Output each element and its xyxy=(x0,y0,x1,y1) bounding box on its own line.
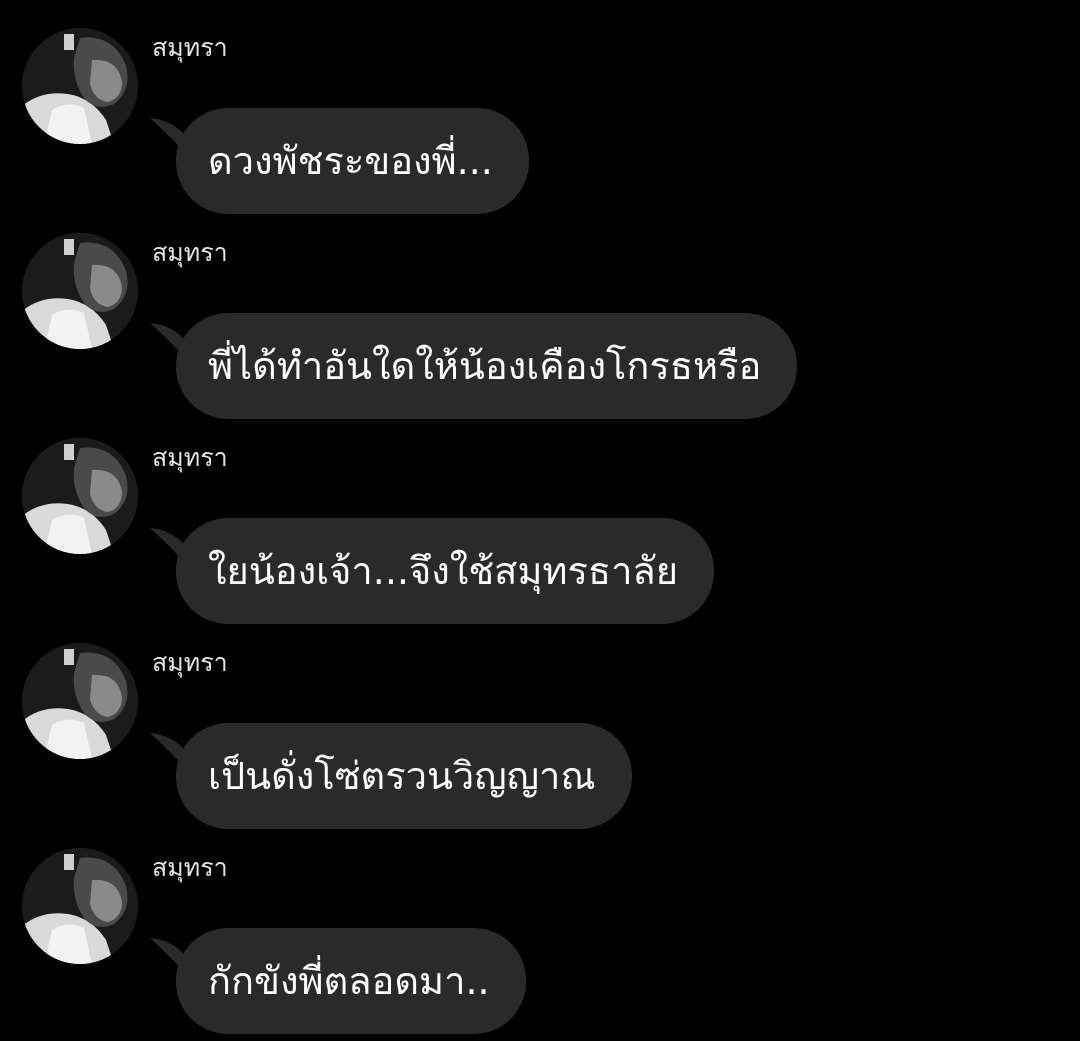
message-bubble[interactable]: เป็นดั่งโซ่ตรวนวิญญาณ xyxy=(176,723,632,829)
chat-thread: สมุทรา ดวงพัชระของพี่... สมุทรา พี่ได้ทำ… xyxy=(0,0,1080,1041)
sender-name: สมุทรา xyxy=(152,238,228,267)
message-row: สมุทรา เป็นดั่งโซ่ตรวนวิญญาณ xyxy=(0,643,1080,833)
message-bubble[interactable]: พี่ได้ทำอันใดให้น้องเคืองโกรธหรือ xyxy=(176,313,798,419)
message-row: สมุทรา ใยน้องเจ้า...จึงใช้สมุทรธาลัย xyxy=(0,438,1080,628)
message-bubble[interactable]: ดวงพัชระของพี่... xyxy=(176,108,529,214)
avatar[interactable] xyxy=(22,438,138,554)
message-row: สมุทรา กักขังพี่ตลอดมา.. xyxy=(0,848,1080,1038)
sender-name: สมุทรา xyxy=(152,443,228,472)
message-row: สมุทรา ดวงพัชระของพี่... xyxy=(0,28,1080,218)
message-bubble[interactable]: กักขังพี่ตลอดมา.. xyxy=(176,928,526,1034)
sender-name: สมุทรา xyxy=(152,648,228,677)
message-row: สมุทรา พี่ได้ทำอันใดให้น้องเคืองโกรธหรือ xyxy=(0,233,1080,423)
avatar[interactable] xyxy=(22,643,138,759)
message-bubble[interactable]: ใยน้องเจ้า...จึงใช้สมุทรธาลัย xyxy=(176,518,714,624)
avatar[interactable] xyxy=(22,233,138,349)
avatar[interactable] xyxy=(22,848,138,964)
sender-name: สมุทรา xyxy=(152,853,228,882)
sender-name: สมุทรา xyxy=(152,33,228,62)
avatar[interactable] xyxy=(22,28,138,144)
